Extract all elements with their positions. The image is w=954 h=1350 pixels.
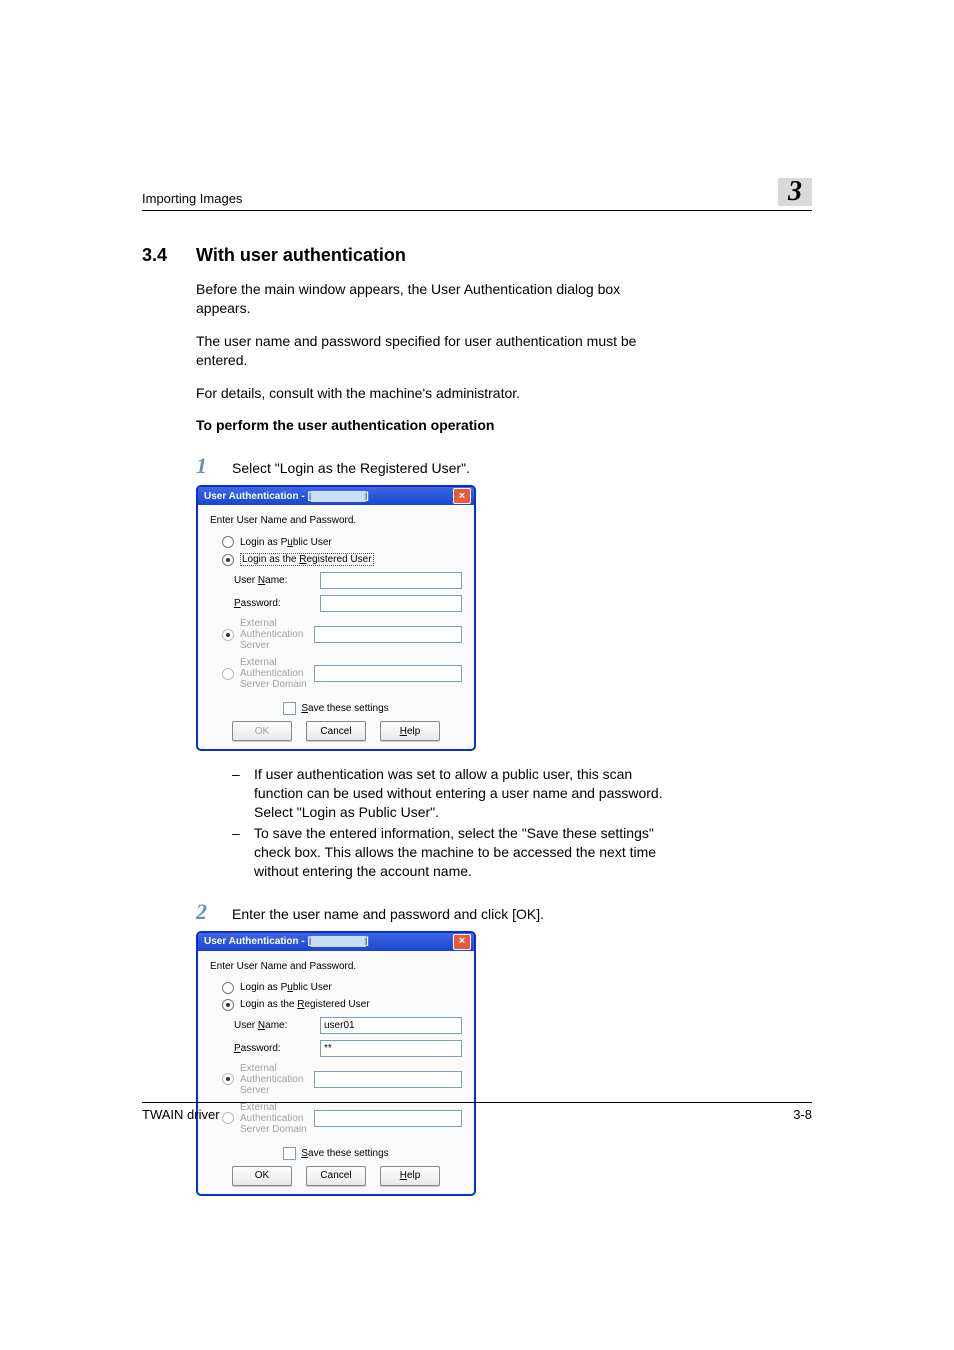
ok-button[interactable]: OK — [232, 1166, 292, 1186]
bullet-text: To save the entered information, select … — [254, 824, 674, 881]
close-icon[interactable]: × — [453, 934, 471, 950]
dialog-titlebar: User Authentication - [▇▇ ▇ ▇▇ ▇] × — [198, 933, 474, 951]
chapter-number: 3 — [788, 178, 802, 206]
user-auth-dialog: User Authentication - [▇▇ ▇ ▇▇ ▇] × Ente… — [196, 931, 476, 1196]
user-name-label: User Name: — [234, 575, 320, 586]
save-settings-checkbox[interactable]: Save these settings — [210, 1147, 462, 1160]
step-text: Enter the user name and password and cli… — [232, 906, 544, 922]
running-header: Importing Images — [142, 191, 242, 206]
user-name-label: User Name: — [234, 1020, 320, 1031]
dialog-title: User Authentication - [▇▇ ▇ ▇▇ ▇] — [204, 491, 369, 502]
ok-button[interactable]: OK — [232, 721, 292, 741]
section-title: With user authentication — [196, 245, 406, 266]
radio-registered-user[interactable]: Login as the Registered User — [222, 999, 462, 1011]
chapter-badge: 3 — [778, 178, 812, 206]
checkbox-icon — [283, 1147, 296, 1160]
help-button[interactable]: Help — [380, 721, 440, 741]
close-icon[interactable]: × — [453, 488, 471, 504]
radio-icon — [222, 1073, 234, 1085]
radio-icon — [222, 982, 234, 994]
step-number: 1 — [196, 453, 232, 479]
radio-public-user[interactable]: Login as Public User — [222, 982, 462, 994]
cancel-button[interactable]: Cancel — [306, 1166, 366, 1186]
user-name-input[interactable]: user01 — [320, 1017, 462, 1034]
step-text: Select "Login as the Registered User". — [232, 460, 470, 476]
dialog-title: User Authentication - [▇▇ ▇ ▇▇ ▇] — [204, 936, 369, 947]
ext-auth-server-label: External Authentication Server — [240, 1063, 314, 1096]
password-label: Password: — [234, 598, 320, 609]
paragraph: The user name and password specified for… — [196, 332, 674, 370]
password-label: Password: — [234, 1043, 320, 1054]
ext-auth-domain-label: External Authentication Server Domain — [240, 657, 314, 690]
dialog-prompt: Enter User Name and Password. — [210, 515, 462, 526]
bullet-text: If user authentication was set to allow … — [254, 765, 674, 822]
dialog-prompt: Enter User Name and Password. — [210, 961, 462, 972]
radio-icon — [222, 554, 234, 566]
step-number: 2 — [196, 899, 232, 925]
radio-icon — [222, 629, 234, 641]
cancel-button[interactable]: Cancel — [306, 721, 366, 741]
ext-auth-server-label: External Authentication Server — [240, 618, 314, 651]
radio-icon — [222, 536, 234, 548]
password-input[interactable]: ** — [320, 1040, 462, 1057]
ext-auth-server-input — [314, 626, 462, 643]
radio-public-user[interactable]: Login as Public User — [222, 536, 462, 548]
section-number: 3.4 — [142, 245, 196, 266]
paragraph: For details, consult with the machine's … — [196, 384, 674, 403]
ext-auth-domain-input — [314, 665, 462, 682]
footer-left: TWAIN driver — [142, 1107, 220, 1122]
ext-auth-server-input — [314, 1071, 462, 1088]
bullet-dash: – — [232, 824, 254, 881]
bullet-dash: – — [232, 765, 254, 822]
radio-icon — [222, 668, 234, 680]
dialog-titlebar: User Authentication - [▇▇ ▇ ▇▇ ▇] × — [198, 487, 474, 505]
radio-registered-user[interactable]: Login as the Registered User — [222, 553, 462, 566]
checkbox-icon — [283, 702, 296, 715]
user-auth-dialog: User Authentication - [▇▇ ▇ ▇▇ ▇] × Ente… — [196, 485, 476, 751]
save-settings-checkbox[interactable]: Save these settings — [210, 702, 462, 715]
radio-icon — [222, 999, 234, 1011]
password-input[interactable] — [320, 595, 462, 612]
help-button[interactable]: Help — [380, 1166, 440, 1186]
user-name-input[interactable] — [320, 572, 462, 589]
footer-right: 3-8 — [793, 1107, 812, 1122]
subheading: To perform the user authentication opera… — [196, 416, 674, 435]
paragraph: Before the main window appears, the User… — [196, 280, 674, 318]
